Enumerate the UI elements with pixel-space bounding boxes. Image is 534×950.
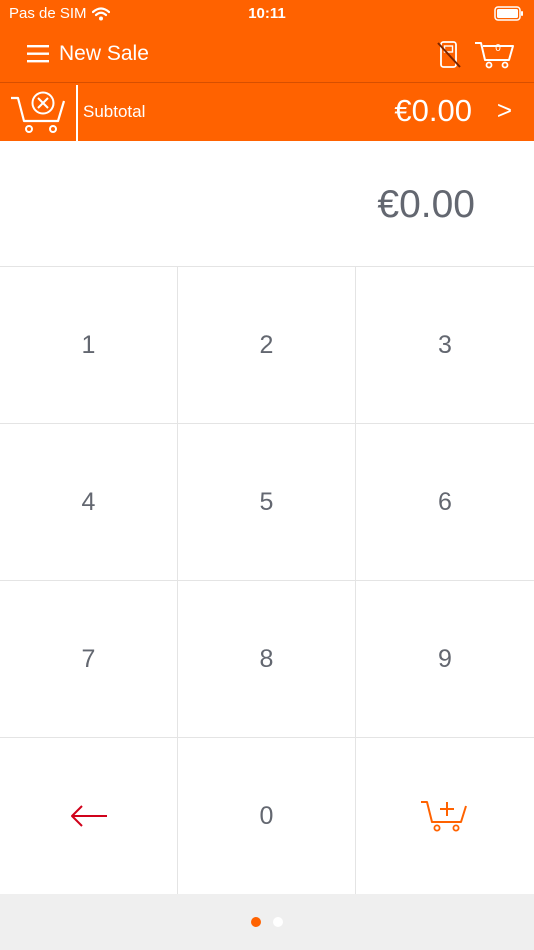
card-reader-disconnected-icon[interactable]: [436, 40, 462, 70]
page-dot-1[interactable]: [251, 917, 261, 927]
key-7[interactable]: 7: [0, 581, 178, 738]
page-indicator: [0, 894, 534, 950]
subtotal-amount: €0.00: [394, 93, 472, 128]
cart-button[interactable]: 0: [473, 40, 517, 70]
key-0[interactable]: 0: [178, 738, 356, 895]
key-5[interactable]: 5: [178, 424, 356, 581]
key-3[interactable]: 3: [356, 267, 534, 424]
key-1[interactable]: 1: [0, 267, 178, 424]
nav-bar: New Sale 0: [0, 28, 534, 82]
key-9[interactable]: 9: [356, 581, 534, 738]
amount-display: €0.00: [0, 141, 534, 266]
backspace-arrow-icon: [70, 805, 107, 827]
cart-count-badge: 0: [495, 43, 501, 54]
status-bar: Pas de SIM 10:11: [0, 0, 534, 28]
key-8[interactable]: 8: [178, 581, 356, 738]
backspace-button[interactable]: [0, 738, 178, 895]
subtotal-separator: [76, 85, 78, 141]
hamburger-menu-icon[interactable]: [26, 42, 50, 66]
entered-amount: €0.00: [377, 183, 475, 226]
numeric-keypad: 1 2 3 4 5 6 7 8 9 0: [0, 266, 534, 895]
subtotal-label: Subtotal: [83, 102, 146, 121]
add-to-cart-button[interactable]: [356, 738, 534, 895]
subtotal-bar[interactable]: Subtotal €0.00 >: [0, 83, 534, 141]
page-dot-2[interactable]: [273, 917, 283, 927]
key-4[interactable]: 4: [0, 424, 178, 581]
key-6[interactable]: 6: [356, 424, 534, 581]
chevron-right-icon[interactable]: >: [497, 95, 512, 126]
clear-cart-icon: [11, 91, 66, 133]
page-title: New Sale: [59, 42, 149, 65]
status-time: 10:11: [248, 5, 286, 22]
battery-icon: [494, 6, 524, 25]
add-to-cart-icon: [421, 801, 467, 832]
key-2[interactable]: 2: [178, 267, 356, 424]
clear-cart-button[interactable]: [10, 89, 68, 135]
